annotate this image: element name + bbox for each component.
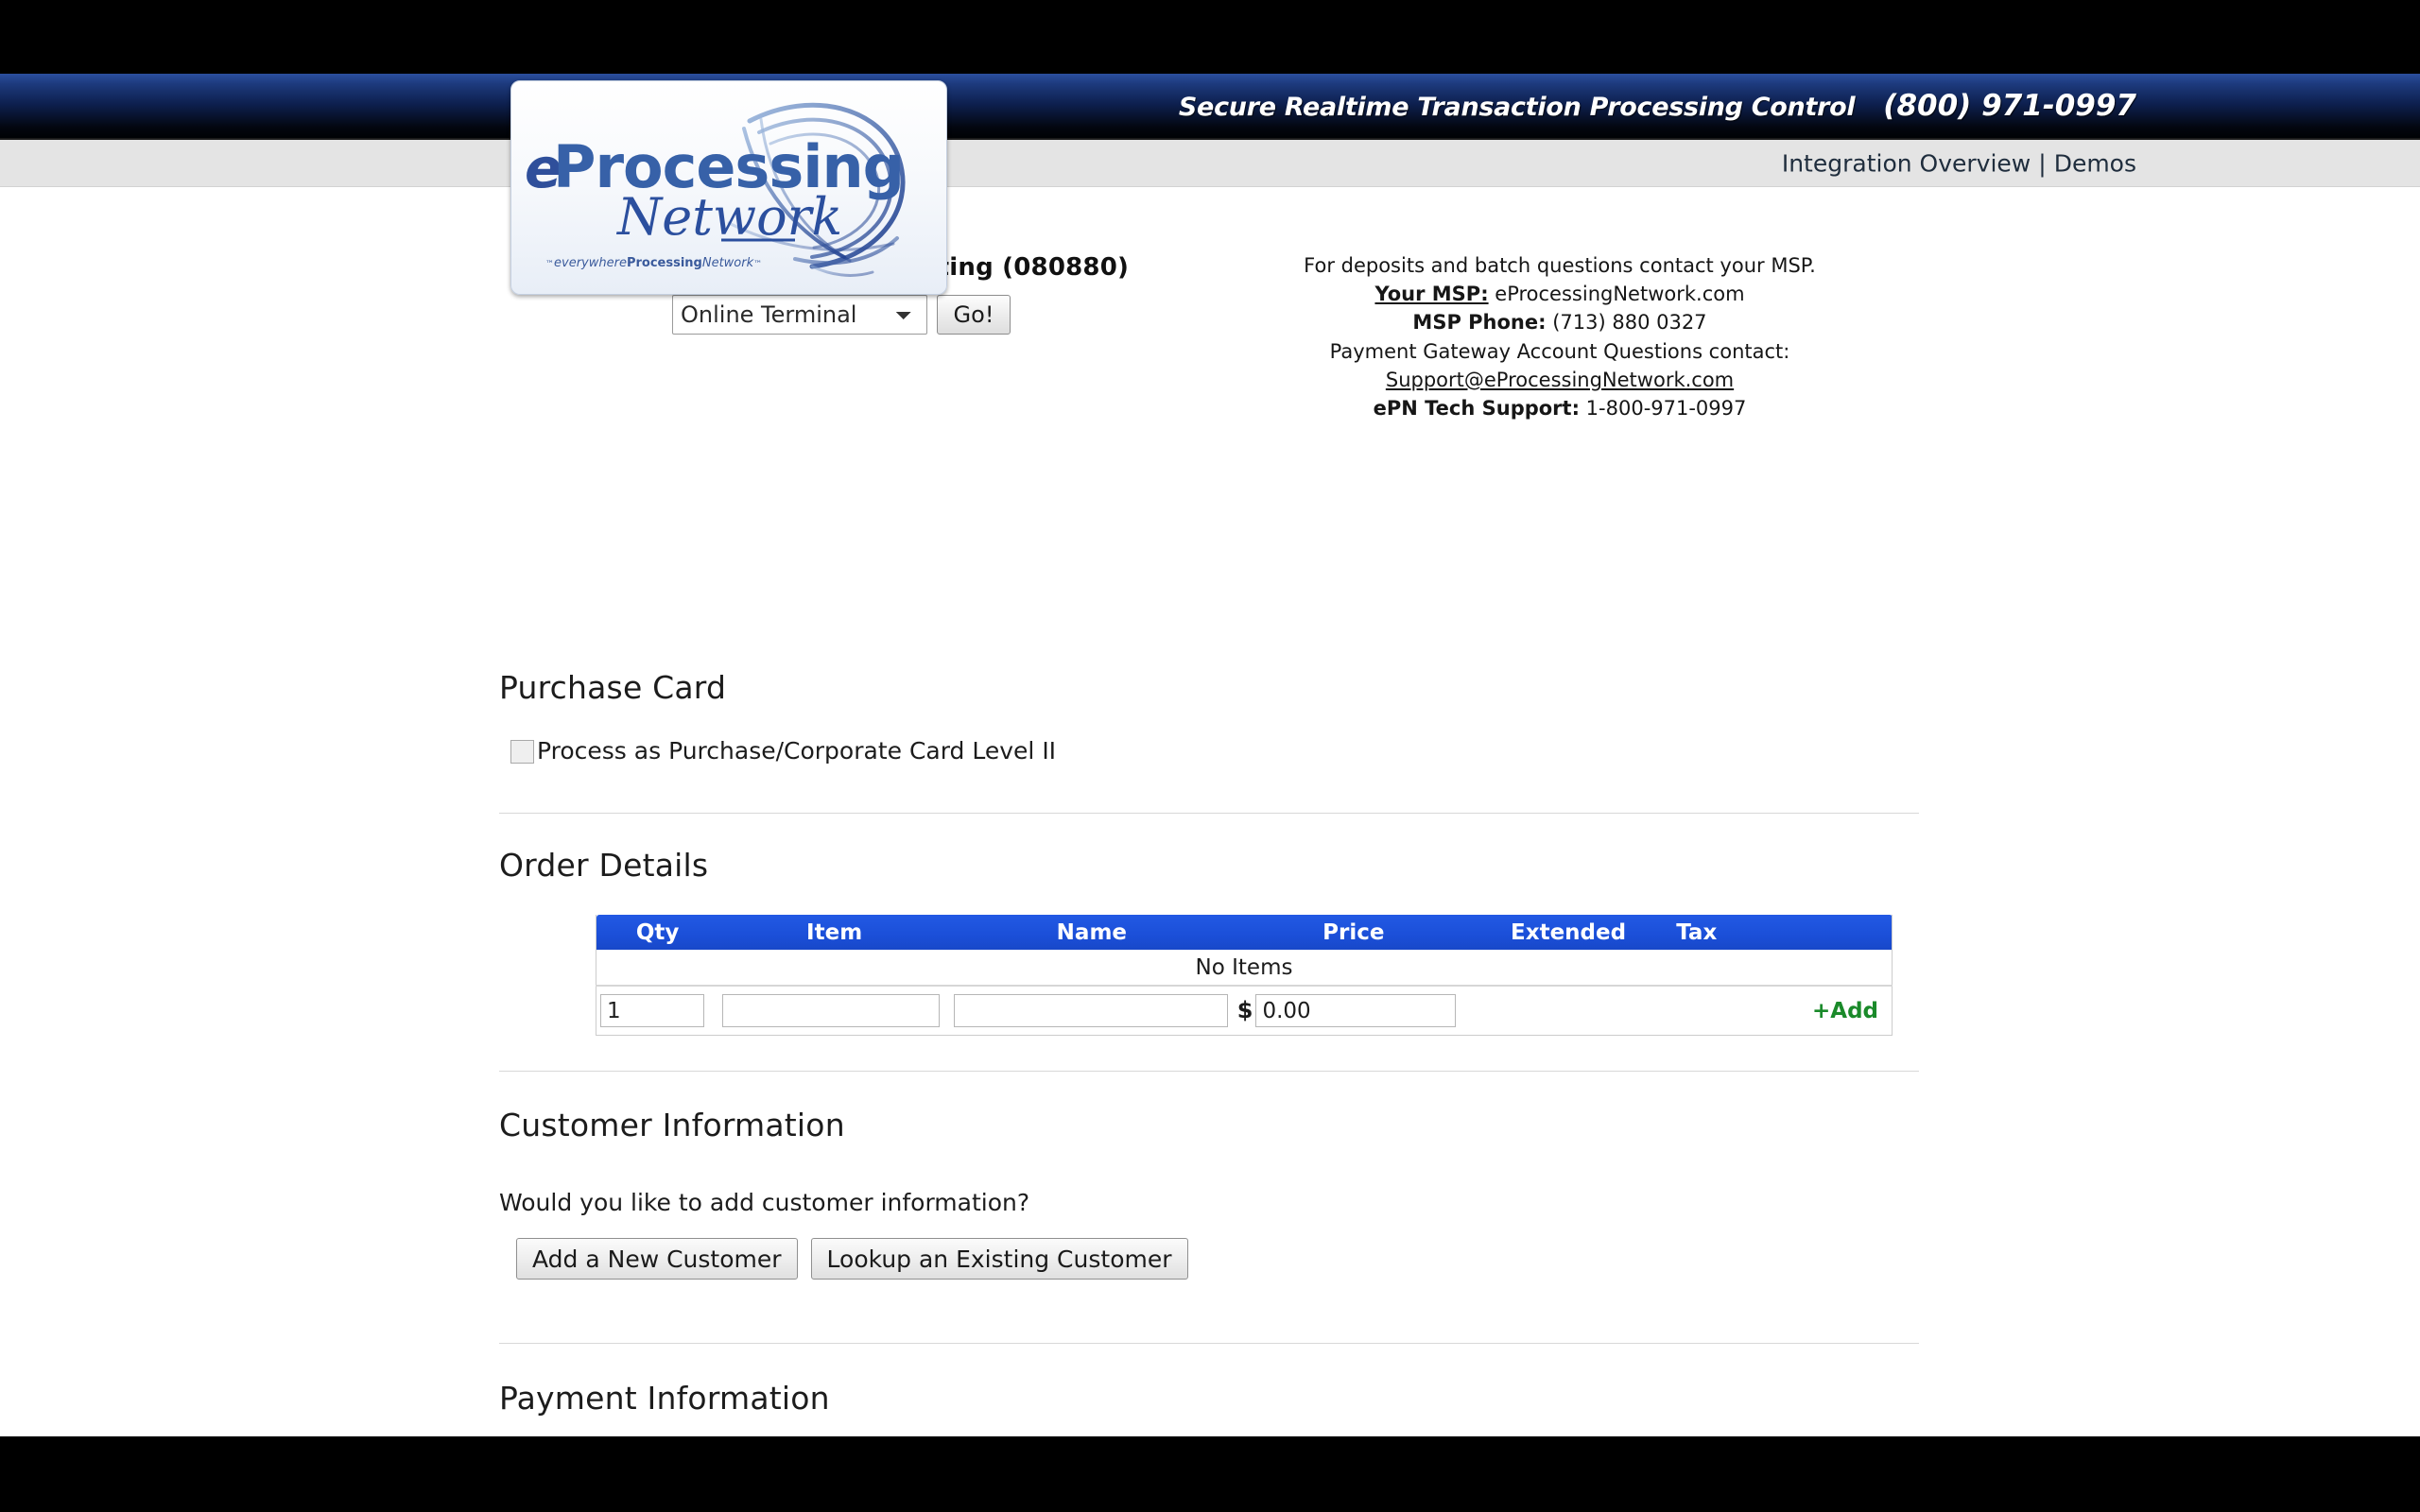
purchase-card-heading: Purchase Card (499, 669, 727, 706)
payment-information-heading: Payment Information (499, 1380, 830, 1417)
order-table-head: Qty Item Name Price Extended Tax (596, 915, 1893, 950)
column-header-extended: Extended (1473, 915, 1664, 950)
nav-strip: Integration Overview | Demos (0, 140, 2420, 187)
purchase-card-checkbox[interactable] (510, 740, 534, 764)
msp-line-tech-support: ePN Tech Support: 1-800-971-0997 (1267, 394, 1853, 422)
section-divider-2 (499, 1071, 1919, 1072)
qty-input[interactable] (600, 994, 704, 1027)
msp-line-your-msp: Your MSP: eProcessingNetwork.com (1267, 280, 1853, 308)
section-divider-3 (499, 1343, 1919, 1344)
terminal-selector-row: Online Terminal Go! (501, 295, 1182, 335)
banner-tagline: Secure Realtime Transaction Processing C… (1178, 93, 1856, 122)
msp-line-deposits: For deposits and batch questions contact… (1304, 254, 1816, 277)
add-new-customer-button[interactable]: Add a New Customer (516, 1238, 798, 1280)
no-items-message: No Items (596, 950, 1893, 987)
nav-separator: | (2038, 149, 2047, 177)
msp-phone-label: MSP Phone: (1412, 311, 1547, 335)
price-input[interactable] (1255, 994, 1457, 1027)
nav-link-demos[interactable]: Demos (2054, 149, 2136, 177)
column-header-tax: Tax (1663, 915, 1893, 950)
support-email-link[interactable]: Support@eProcessingNetwork.com (1386, 369, 1734, 391)
tech-support-value: 1-800-971-0997 (1585, 397, 1747, 421)
msp-line-support-email: Support@eProcessingNetwork.com (1267, 366, 1853, 394)
price-currency-prefix: $ (1236, 996, 1253, 1023)
add-item-link[interactable]: +Add (1812, 999, 1878, 1023)
go-button[interactable]: Go! (937, 295, 1011, 335)
purchase-card-checkbox-row[interactable]: Process as Purchase/Corporate Card Level… (510, 737, 1056, 765)
your-msp-value: eProcessingNetwork.com (1495, 283, 1745, 306)
logo-card[interactable]: e Processing Network ™everywhereProcessi… (510, 80, 947, 295)
entry-cell-item (718, 986, 950, 1036)
msp-phone-value: (713) 880 0327 (1552, 311, 1707, 335)
nav-links: Integration Overview | Demos (1782, 149, 2136, 177)
browser-page: Secure Realtime Transaction Processing C… (0, 74, 2420, 1436)
column-header-name: Name (949, 915, 1234, 950)
section-divider-1 (499, 813, 1919, 814)
msp-contact-block: For deposits and batch questions contact… (1267, 251, 1853, 422)
column-header-item: Item (718, 915, 950, 950)
banner-phone: (800) 971-0997 (1883, 89, 2136, 123)
customer-information-question: Would you like to add customer informati… (499, 1189, 1030, 1216)
order-details-table: Qty Item Name Price Extended Tax No Item… (596, 915, 1893, 1036)
order-details-table-wrap: Qty Item Name Price Extended Tax No Item… (0, 915, 2420, 1036)
order-details-heading: Order Details (499, 847, 709, 884)
entry-cell-extended (1474, 986, 1663, 1036)
svg-text:™everywhereProcessingNetwork™: ™everywhereProcessingNetwork™ (545, 256, 762, 270)
order-table-empty-row: No Items (596, 950, 1893, 987)
entry-cell-name (950, 986, 1234, 1036)
entry-cell-qty (596, 986, 719, 1036)
customer-information-heading: Customer Information (499, 1107, 845, 1143)
column-header-price: Price (1233, 915, 1474, 950)
svg-text:Network: Network (615, 187, 842, 247)
item-input[interactable] (722, 994, 941, 1027)
terminal-select[interactable]: Online Terminal (672, 295, 927, 335)
entry-cell-add: +Add (1663, 986, 1892, 1036)
screen: Secure Realtime Transaction Processing C… (0, 0, 2420, 1512)
column-header-qty: Qty (596, 915, 719, 950)
eprocessing-network-logo-icon: e Processing Network ™everywhereProcessi… (525, 102, 906, 277)
order-table-header-row: Qty Item Name Price Extended Tax (596, 915, 1893, 950)
nav-link-integration-overview[interactable]: Integration Overview (1782, 149, 2031, 177)
tech-support-label: ePN Tech Support: (1373, 397, 1580, 421)
order-table-body: No Items 1 $0.00 +Add (596, 950, 1893, 1036)
banner-text-group: Secure Realtime Transaction Processing C… (1179, 89, 2136, 123)
order-table-entry-row: $ +Add (596, 986, 1893, 1036)
site-banner: Secure Realtime Transaction Processing C… (0, 74, 2420, 140)
msp-line-phone: MSP Phone: (713) 880 0327 (1267, 308, 1853, 336)
purchase-card-checkbox-label: Process as Purchase/Corporate Card Level… (537, 737, 1057, 765)
msp-line-gateway: Payment Gateway Account Questions contac… (1329, 339, 1790, 363)
your-msp-label: Your MSP: (1374, 283, 1489, 306)
lookup-existing-customer-button[interactable]: Lookup an Existing Customer (810, 1238, 1188, 1280)
name-input[interactable] (953, 994, 1228, 1027)
entry-cell-price: $ (1234, 986, 1474, 1036)
customer-information-buttons: Add a New Customer Lookup an Existing Cu… (516, 1238, 1188, 1280)
